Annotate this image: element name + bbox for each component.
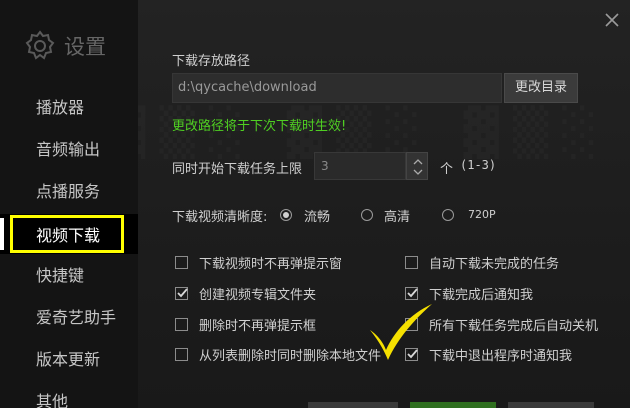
change-directory-button[interactable]: 更改目录	[504, 73, 578, 103]
quality-radio-smooth[interactable]	[280, 209, 292, 221]
sidebar-item-label: 视频下载	[36, 226, 101, 245]
option-checkbox-auto-resume[interactable]	[405, 256, 418, 269]
download-path-label: 下载存放路径	[172, 54, 251, 69]
option-label-auto-shutdown: 所有下载任务完成后自动关机	[429, 319, 599, 334]
sidebar-item-label: 音频输出	[36, 140, 101, 159]
checkmark-icon	[177, 288, 188, 298]
max-tasks-input[interactable]: 3	[314, 152, 406, 180]
sidebar-item-other[interactable]: 其他	[0, 380, 138, 408]
path-change-note: 更改路径将于下次下载时生效!	[172, 119, 347, 134]
bottom-button-3[interactable]	[508, 402, 594, 408]
checkmark-icon	[407, 288, 418, 298]
settings-window: ▓▒░ ▓▒░ ▓▒░ 设置 播放器 音频输出 点播服务 视频下载 快捷键 爱奇…	[0, 0, 630, 408]
settings-title-text: 设置	[64, 35, 106, 59]
sidebar-item-label: 版本更新	[36, 350, 101, 369]
option-label-create-album-folder: 创建视频专辑文件夹	[199, 288, 317, 303]
quality-option-hd: 高清	[384, 210, 411, 225]
max-tasks-label: 同时开始下载任务上限	[172, 162, 303, 177]
sidebar-item-label: 其他	[36, 392, 69, 408]
option-checkbox-no-delete-prompt[interactable]	[175, 318, 188, 331]
download-path-input[interactable]: d:\qycache\download	[172, 73, 502, 103]
option-checkbox-notify-complete[interactable]	[405, 287, 418, 300]
sidebar: 设置 播放器 音频输出 点播服务 视频下载 快捷键 爱奇艺助手 版本更新 其他	[0, 0, 138, 408]
stepper-arrows-icon	[413, 159, 423, 175]
option-label-no-delete-prompt: 删除时不再弹提示框	[199, 319, 317, 334]
quality-label: 下载视频清晰度:	[172, 210, 268, 225]
sidebar-item-shortcuts[interactable]: 快捷键	[0, 254, 138, 294]
sidebar-item-version-update[interactable]: 版本更新	[0, 338, 138, 378]
sidebar-item-vod-service[interactable]: 点播服务	[0, 170, 138, 210]
max-tasks-unit: 个	[440, 162, 454, 177]
option-label-no-popup: 下载视频时不再弹提示窗	[199, 257, 343, 272]
quality-option-smooth: 流畅	[304, 210, 331, 225]
option-label-delete-local-file: 从列表删除时同时删除本地文件	[199, 349, 382, 364]
annotation-checkmark-icon	[370, 304, 432, 360]
close-icon[interactable]	[600, 8, 624, 32]
option-label-notify-on-exit: 下载中退出程序时通知我	[429, 349, 573, 364]
sidebar-item-video-download[interactable]: 视频下载	[0, 214, 138, 254]
max-tasks-stepper[interactable]	[406, 152, 428, 180]
option-label-auto-resume: 自动下载未完成的任务	[429, 257, 560, 272]
bottom-button-1[interactable]	[308, 402, 398, 408]
quality-radio-720p[interactable]	[442, 209, 454, 221]
option-checkbox-no-popup[interactable]	[175, 256, 188, 269]
bottom-button-2[interactable]	[410, 402, 496, 408]
settings-title: 设置	[24, 28, 106, 64]
quality-option-720p: 720P	[468, 208, 496, 221]
gear-icon	[25, 30, 55, 60]
sidebar-item-audio-output[interactable]: 音频输出	[0, 128, 138, 168]
max-tasks-range: (1-3)	[460, 158, 497, 172]
option-label-notify-complete: 下载完成后通知我	[429, 288, 534, 303]
sidebar-item-label: 播放器	[36, 98, 85, 117]
sidebar-item-iqiyi-assistant[interactable]: 爱奇艺助手	[0, 296, 138, 336]
sidebar-item-label: 点播服务	[36, 182, 101, 201]
option-checkbox-delete-local-file[interactable]	[175, 348, 188, 361]
quality-radio-hd[interactable]	[361, 209, 373, 221]
option-checkbox-create-album-folder[interactable]	[175, 287, 188, 300]
sidebar-item-player[interactable]: 播放器	[0, 86, 138, 126]
sidebar-item-label: 快捷键	[36, 266, 85, 285]
sidebar-item-label: 爱奇艺助手	[36, 308, 117, 327]
